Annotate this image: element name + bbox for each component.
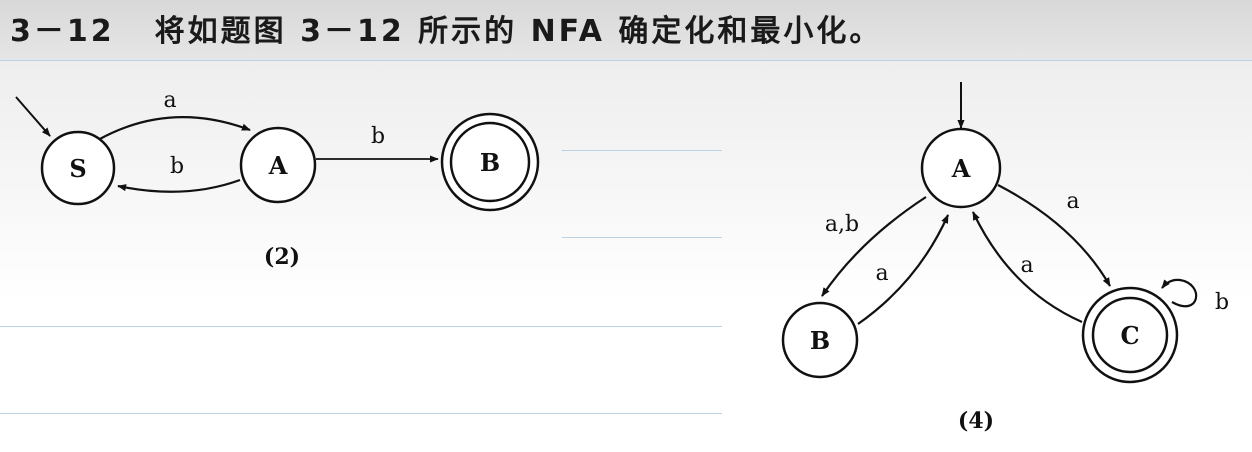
edge-label-A-C: a [1066, 189, 1079, 214]
edge-A-C [997, 184, 1111, 287]
automata-diagrams: a b b S A B (2) a,b a a a b A B C (4) [15, 82, 1229, 434]
edge-label-A-B: b [371, 124, 385, 149]
state-label-A: A [951, 154, 971, 183]
edge-S-A [97, 116, 251, 141]
figure-caption-2: (2) [264, 244, 300, 270]
edge-A-S [117, 178, 241, 193]
edge-C-C [1161, 278, 1198, 308]
edge-label-A-B: a,b [825, 212, 859, 237]
start-arrow-S [15, 96, 51, 137]
edge-label-S-A: a [163, 88, 176, 113]
edge-label-C-C: b [1215, 290, 1229, 315]
state-label-B: B [810, 326, 830, 355]
edge-B-A [857, 214, 950, 325]
state-label-A: A [268, 151, 288, 180]
edge-label-A-S: b [170, 154, 184, 179]
figure-caption-4: (4) [958, 408, 994, 434]
figure-4: a,b a a a b A B C (4) [781, 82, 1229, 434]
figure-2: a b b S A B (2) [15, 88, 540, 270]
edge-label-B-A: a [875, 261, 888, 286]
state-label-C: C [1120, 321, 1139, 350]
state-label-S: S [69, 154, 86, 183]
state-label-B: B [480, 148, 500, 177]
edge-label-C-A: a [1020, 253, 1033, 278]
